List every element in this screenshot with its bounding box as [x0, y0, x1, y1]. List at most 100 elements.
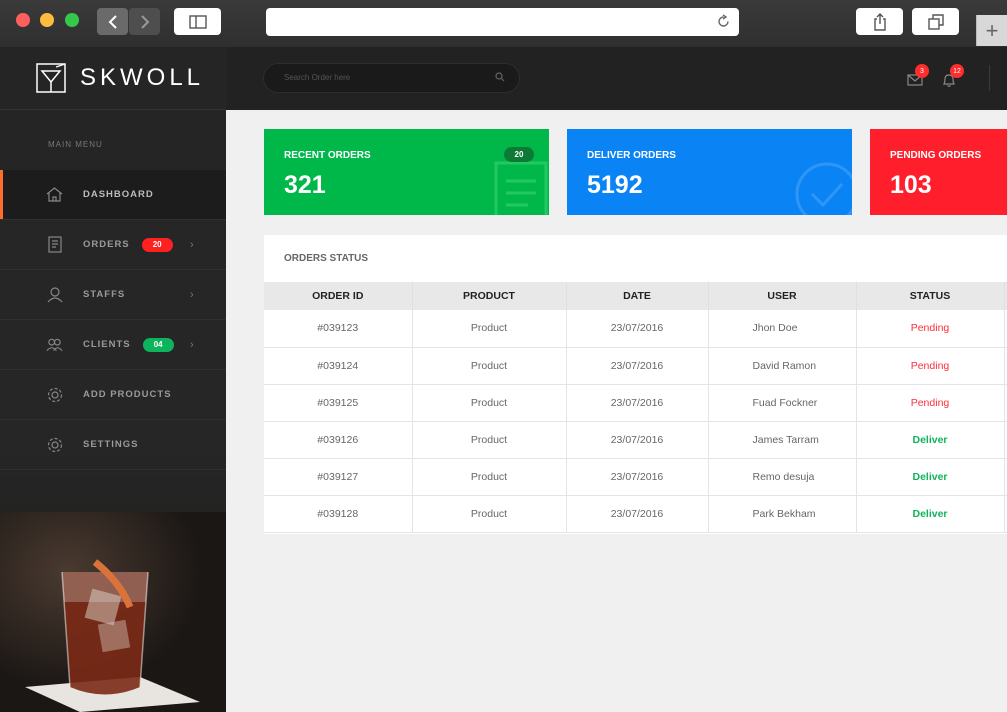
user-cell: Fuad Fockner [708, 384, 857, 422]
sidebar-item-clients[interactable]: CLIENTS 04 › [0, 320, 226, 370]
sidebar-item-label: DASHBOARD [83, 189, 154, 200]
column-header[interactable]: STATUS [856, 282, 1005, 310]
order-id-cell: #039127 [264, 458, 413, 496]
search-box[interactable] [263, 63, 520, 93]
notifications-button[interactable]: 12 [942, 64, 964, 92]
date-cell: 23/07/2016 [566, 421, 709, 459]
card-value: 103 [890, 171, 932, 199]
sidebar-item-label: CLIENTS [83, 339, 131, 350]
orders-count-badge: 20 [141, 237, 173, 252]
table-row[interactable]: #039124 Product 23/07/2016 David Ramon P… [264, 347, 1007, 385]
user-cell: Jhon Doe [708, 310, 857, 348]
plus-icon: + [985, 17, 999, 43]
status-cell: Deliver [856, 495, 1005, 533]
gear-icon [46, 386, 63, 403]
order-id-cell: #039125 [264, 384, 413, 422]
sidebar-item-staffs[interactable]: STAFFS › [0, 270, 226, 320]
date-cell: 23/07/2016 [566, 310, 709, 348]
user-icon [46, 286, 63, 303]
pending-orders-card[interactable]: PENDING ORDERS 103 [870, 129, 1007, 215]
recent-orders-card[interactable]: RECENT ORDERS 321 20 [264, 129, 549, 215]
zoom-window-button[interactable] [65, 13, 79, 27]
product-cell: Product [412, 347, 567, 385]
reload-icon[interactable] [716, 14, 731, 29]
divider [989, 65, 990, 91]
product-cell: Product [412, 458, 567, 496]
browser-toolbar: + [0, 0, 1007, 47]
orders-status-panel: ORDERS STATUS ORDER ID PRODUCT DATE USER… [264, 235, 1007, 534]
column-header[interactable]: USER [708, 282, 857, 310]
table-row[interactable]: #039125 Product 23/07/2016 Fuad Fockner … [264, 384, 1007, 422]
card-label: RECENT ORDERS [284, 150, 371, 161]
sidebar: SKWOLL MAIN MENU DASHBOARD ORDERS 20 › S… [0, 47, 226, 712]
order-id-cell: #039123 [264, 310, 413, 348]
deliver-orders-card[interactable]: DELIVER ORDERS 5192 [567, 129, 852, 215]
user-cell: Park Bekham [708, 495, 857, 533]
logo[interactable]: SKWOLL [0, 47, 226, 110]
clients-icon [46, 336, 63, 353]
chevron-right-icon [140, 14, 149, 29]
share-icon [873, 12, 886, 31]
table-row[interactable]: #039123 Product 23/07/2016 Jhon Doe Pend… [264, 310, 1007, 348]
sidebar-item-orders[interactable]: ORDERS 20 › [0, 220, 226, 270]
table-row[interactable]: #039126 Product 23/07/2016 James Tarram … [264, 421, 1007, 459]
tabs-icon [927, 13, 944, 30]
table-row[interactable]: #039127 Product 23/07/2016 Remo desuja D… [264, 458, 1007, 496]
column-header[interactable]: DATE [566, 282, 709, 310]
product-cell: Product [412, 384, 567, 422]
column-header[interactable]: ORDER ID [264, 282, 413, 310]
main-content: RECENT ORDERS 321 20 DELIVER ORDERS 5192… [226, 110, 1007, 712]
minimize-window-button[interactable] [40, 13, 54, 27]
back-button[interactable] [97, 8, 128, 35]
table-row[interactable]: #039128 Product 23/07/2016 Park Bekham D… [264, 495, 1007, 533]
user-cell: Remo desuja [708, 458, 857, 496]
status-cell: Pending [856, 384, 1005, 422]
status-cell: Deliver [856, 421, 1005, 459]
forward-button[interactable] [129, 8, 160, 35]
brand-name: SKWOLL [80, 64, 205, 91]
order-id-cell: #039124 [264, 347, 413, 385]
table-header-row: ORDER ID PRODUCT DATE USER STATUS [264, 282, 1007, 310]
chevron-left-icon [108, 14, 117, 29]
close-window-button[interactable] [16, 13, 30, 27]
sidebar-item-label: ORDERS [83, 239, 130, 250]
sidebar-item-label: STAFFS [83, 289, 126, 300]
mail-button[interactable]: 3 [907, 64, 929, 91]
column-header[interactable]: PRODUCT [412, 282, 567, 310]
sidebar-item-label: ADD PRODUCTS [83, 389, 172, 400]
order-id-cell: #039126 [264, 421, 413, 459]
tabs-button[interactable] [912, 8, 959, 35]
address-bar[interactable] [266, 8, 739, 36]
menu-title: MAIN MENU [48, 140, 103, 149]
orders-table: ORDER ID PRODUCT DATE USER STATUS #03912… [264, 282, 1007, 533]
chevron-right-icon: › [190, 338, 194, 351]
notifications-count-badge: 12 [950, 64, 964, 78]
card-value: 5192 [587, 171, 643, 199]
sidebar-toggle-button[interactable] [174, 8, 221, 35]
sidebar-item-label: SETTINGS [83, 439, 139, 450]
card-label: DELIVER ORDERS [587, 150, 676, 161]
card-value: 321 [284, 171, 326, 199]
card-label: PENDING ORDERS [890, 150, 982, 161]
search-input[interactable] [284, 73, 484, 82]
new-tab-button[interactable]: + [976, 15, 1007, 46]
status-cell: Deliver [856, 458, 1005, 496]
sidebar-item-settings[interactable]: SETTINGS [0, 420, 226, 470]
product-cell: Product [412, 310, 567, 348]
orders-icon [46, 236, 63, 253]
clients-count-badge: 04 [142, 337, 174, 352]
status-cell: Pending [856, 310, 1005, 348]
gear-icon [46, 436, 63, 453]
product-cell: Product [412, 495, 567, 533]
sidebar-item-add-products[interactable]: ADD PRODUCTS [0, 370, 226, 420]
panel-title: ORDERS STATUS [284, 253, 369, 264]
search-icon[interactable] [495, 72, 505, 82]
user-cell: James Tarram [708, 421, 857, 459]
top-bar: 3 12 [226, 47, 1007, 110]
user-cell: David Ramon [708, 347, 857, 385]
cocktail-photo [0, 512, 226, 712]
sidebar-item-dashboard[interactable]: DASHBOARD [0, 170, 226, 220]
check-circle-icon [795, 162, 852, 215]
cocktail-logo-icon [36, 63, 66, 93]
share-button[interactable] [856, 8, 903, 35]
